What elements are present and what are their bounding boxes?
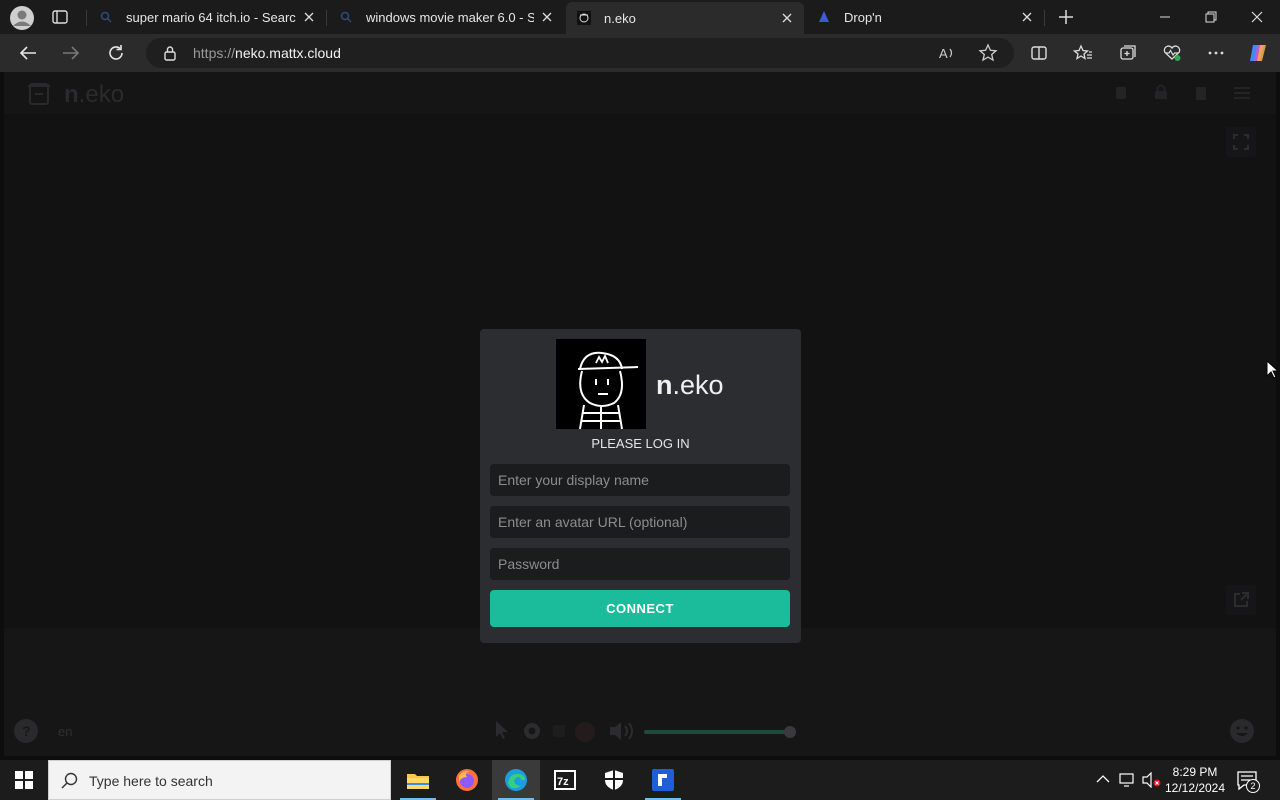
- copilot-icon[interactable]: [1242, 38, 1274, 68]
- show-hidden-icons-icon[interactable]: [1096, 772, 1110, 786]
- login-dialog: n.eko PLEASE LOG IN CONNECT: [480, 329, 801, 643]
- neko-mascot-logo: [556, 339, 646, 429]
- restore-icon[interactable]: [1188, 0, 1234, 34]
- system-clock[interactable]: 8:29 PM 12/12/2024: [1164, 764, 1226, 796]
- volume-slider[interactable]: [644, 726, 796, 738]
- windows-taskbar: Type here to search 7z 8:29 PM 12/12/202…: [0, 760, 1280, 800]
- search-icon: [61, 772, 79, 790]
- svg-text:?: ?: [22, 723, 31, 739]
- favorites-icon[interactable]: [1067, 38, 1099, 68]
- volume-icon[interactable]: [608, 720, 638, 742]
- browser-tab-bar: super mario 64 itch.io - Search windows …: [0, 0, 1280, 34]
- tab-super-mario[interactable]: super mario 64 itch.io - Search: [88, 0, 326, 34]
- search-icon: [338, 9, 354, 25]
- cursor-control-icon[interactable]: [494, 720, 510, 740]
- connect-button[interactable]: CONNECT: [490, 590, 790, 627]
- login-logo-rest: .eko: [672, 370, 724, 400]
- 7zip-icon[interactable]: 7z: [541, 760, 589, 800]
- tab-dropn[interactable]: Drop'n: [806, 0, 1044, 34]
- volume-fill: [644, 730, 790, 734]
- login-heading: PLEASE LOG IN: [591, 436, 690, 451]
- neko-logo-icon: [26, 80, 52, 106]
- popout-icon[interactable]: [1226, 585, 1256, 615]
- clock-time: 8:29 PM: [1172, 765, 1218, 779]
- url-domain: neko.mattx.cloud: [235, 45, 341, 61]
- mouse-cursor: [1266, 360, 1278, 380]
- notifications-icon[interactable]: 2: [1236, 770, 1260, 793]
- tab-neko[interactable]: n.eko: [566, 2, 804, 34]
- svg-text:A: A: [939, 46, 948, 61]
- tab-actions-icon[interactable]: [50, 7, 70, 27]
- windows-security-icon[interactable]: [590, 760, 638, 800]
- dropn-favicon: [816, 9, 832, 25]
- language-selector[interactable]: en: [58, 724, 72, 739]
- volume-slider-thumb[interactable]: [784, 726, 796, 738]
- more-options-icon[interactable]: [1200, 38, 1232, 68]
- password-input[interactable]: [490, 548, 790, 580]
- clipboard-icon[interactable]: [1194, 85, 1208, 101]
- address-toolbar: https://neko.mattx.cloud A: [0, 34, 1280, 72]
- url-text[interactable]: https://neko.mattx.cloud: [193, 45, 341, 61]
- close-tab-icon[interactable]: [1014, 4, 1040, 30]
- web-page: n.eko ? en n.eko PLEASE LOG IN Enter you…: [0, 72, 1280, 760]
- favorite-star-icon[interactable]: [978, 43, 998, 63]
- split-screen-icon[interactable]: [1023, 38, 1055, 68]
- url-scheme: https://: [193, 45, 236, 61]
- search-icon: [98, 9, 114, 25]
- network-icon[interactable]: [1118, 772, 1136, 788]
- close-tab-icon[interactable]: [774, 5, 800, 31]
- tab-title: n.eko: [604, 10, 636, 26]
- collections-icon[interactable]: [1112, 38, 1144, 68]
- tab-movie-maker[interactable]: windows movie maker 6.0 - Search: [328, 0, 564, 34]
- url-bar[interactable]: https://neko.mattx.cloud A: [146, 38, 1014, 68]
- svg-text:7z: 7z: [557, 776, 569, 788]
- extension-heart-icon[interactable]: [1156, 38, 1188, 68]
- notification-count-badge: 2: [1246, 779, 1260, 793]
- app-footer: ? en: [4, 628, 1276, 756]
- file-explorer-icon[interactable]: [394, 760, 442, 800]
- menu-icon[interactable]: [1234, 86, 1250, 100]
- tab-title: super mario 64 itch.io - Search: [126, 9, 296, 25]
- display-name-input[interactable]: [490, 464, 790, 496]
- refresh-icon[interactable]: [100, 38, 132, 68]
- profile-avatar[interactable]: [8, 4, 36, 32]
- new-tab-icon[interactable]: [1054, 5, 1078, 29]
- firefox-icon[interactable]: [443, 760, 491, 800]
- back-icon[interactable]: [12, 38, 44, 68]
- volume-muted-icon[interactable]: [1142, 772, 1162, 788]
- close-window-icon[interactable]: [1234, 0, 1280, 34]
- avatar-url-input[interactable]: [490, 506, 790, 538]
- control-icon[interactable]: [1114, 85, 1128, 101]
- close-tab-icon[interactable]: [534, 4, 560, 30]
- login-logo-text: n.eko: [656, 370, 724, 401]
- app-header: n.eko: [4, 72, 1276, 114]
- login-logo-bold: n: [656, 370, 673, 400]
- logo-rest: .eko: [78, 81, 125, 108]
- neko-favicon: [576, 10, 592, 26]
- taskbar-search-box[interactable]: Type here to search: [48, 760, 391, 800]
- tab-title: windows movie maker 6.0 - Search: [366, 9, 534, 25]
- read-aloud-icon[interactable]: A: [938, 44, 956, 62]
- clock-date: 12/12/2024: [1164, 781, 1226, 795]
- logo-bold: n: [64, 81, 79, 108]
- lock-controls-icon[interactable]: [552, 724, 566, 738]
- fullscreen-icon[interactable]: [1226, 127, 1256, 157]
- forward-icon[interactable]: [55, 38, 87, 68]
- edge-icon[interactable]: [492, 760, 540, 800]
- lock-icon[interactable]: [163, 45, 177, 61]
- roblox-studio-icon[interactable]: [639, 760, 687, 800]
- minimize-icon[interactable]: [1142, 0, 1188, 34]
- app-logo-text: n.eko: [64, 81, 124, 109]
- start-button[interactable]: [0, 760, 48, 800]
- lock-room-icon[interactable]: [1154, 84, 1168, 100]
- search-placeholder: Type here to search: [89, 773, 213, 789]
- emoji-icon[interactable]: [1229, 718, 1255, 744]
- close-tab-icon[interactable]: [296, 4, 322, 30]
- help-icon[interactable]: ?: [14, 719, 38, 743]
- record-icon[interactable]: [523, 722, 541, 740]
- stop-icon[interactable]: [574, 721, 596, 743]
- tab-title: Drop'n: [844, 9, 882, 25]
